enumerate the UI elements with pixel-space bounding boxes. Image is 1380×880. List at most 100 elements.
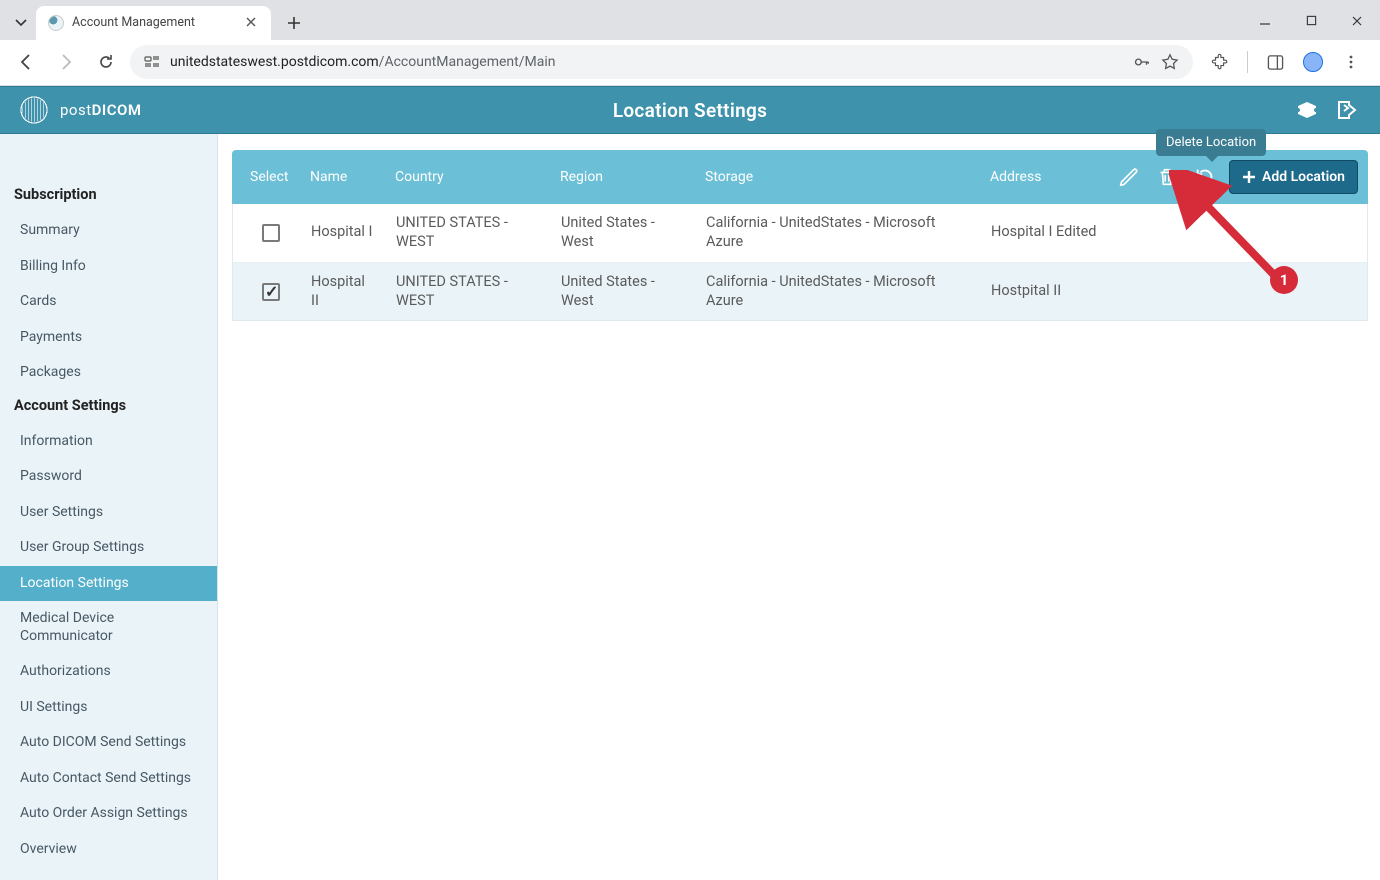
profile-avatar-icon: [1303, 52, 1323, 72]
browser-menu-button[interactable]: [1338, 49, 1364, 75]
address-bar: unitedstateswest.postdicom.com/AccountMa…: [0, 40, 1380, 85]
browser-tab[interactable]: Account Management: [36, 6, 271, 40]
sidebar-item-auto-dicom-send-settings[interactable]: Auto DICOM Send Settings: [0, 725, 217, 761]
cell-storage: California - UnitedStates - Microsoft Az…: [696, 273, 981, 311]
sidebar-item-packages[interactable]: Packages: [0, 355, 217, 391]
reload-icon: [97, 53, 115, 71]
nav-reload-button[interactable]: [90, 46, 122, 78]
tab-list-dropdown[interactable]: [6, 8, 36, 38]
arrow-left-icon: [17, 53, 35, 71]
plus-icon: [287, 16, 301, 30]
column-header-name[interactable]: Name: [300, 169, 385, 185]
table-actions: Delete Location Add Location: [1115, 160, 1358, 194]
sidebar-heading: Account Settings: [0, 391, 217, 424]
sidebar-item-auto-contact-send-settings[interactable]: Auto Contact Send Settings: [0, 761, 217, 797]
window-close-button[interactable]: [1334, 4, 1380, 38]
bookmark-star-icon[interactable]: [1161, 53, 1179, 71]
tab-favicon-icon: [48, 15, 64, 31]
brand-mark-icon: [18, 94, 50, 126]
main-layout: SubscriptionSummaryBilling InfoCardsPaym…: [0, 134, 1380, 880]
sidebar-item-authorizations[interactable]: Authorizations: [0, 654, 217, 690]
row-checkbox[interactable]: [262, 283, 280, 301]
sidebar-item-password[interactable]: Password: [0, 459, 217, 495]
sidebar-item-user-settings[interactable]: User Settings: [0, 495, 217, 531]
sidebar-item-ui-settings[interactable]: UI Settings: [0, 690, 217, 726]
separator: [1247, 51, 1248, 73]
cell-country: UNITED STATES - WEST: [386, 214, 551, 252]
tab-bar: Account Management: [0, 0, 1380, 40]
delete-button[interactable]: Delete Location: [1153, 163, 1181, 191]
side-panel-button[interactable]: [1262, 49, 1288, 75]
tab-close-button[interactable]: [245, 16, 259, 30]
nav-forward-button[interactable]: [50, 46, 82, 78]
cell-select: [241, 283, 301, 301]
window-controls: [1242, 4, 1380, 38]
column-header-country[interactable]: Country: [385, 169, 550, 185]
pencil-icon: [1118, 166, 1140, 188]
new-tab-button[interactable]: [279, 8, 309, 38]
cell-name: Hospital I: [301, 223, 386, 242]
sidebar-item-overview[interactable]: Overview: [0, 832, 217, 868]
browser-toolbar-icons: [1201, 49, 1370, 75]
cell-country: UNITED STATES - WEST: [386, 273, 551, 311]
panel-icon: [1267, 54, 1284, 71]
cell-storage: California - UnitedStates - Microsoft Az…: [696, 214, 981, 252]
sidebar-item-cards[interactable]: Cards: [0, 284, 217, 320]
exit-icon: [1335, 98, 1359, 122]
ticket-icon: [1295, 98, 1319, 122]
column-header-storage[interactable]: Storage: [695, 169, 980, 185]
tab-title: Account Management: [72, 15, 237, 30]
add-location-button[interactable]: Add Location: [1229, 160, 1358, 194]
close-icon: [245, 16, 257, 28]
url-input[interactable]: unitedstateswest.postdicom.com/AccountMa…: [130, 45, 1193, 79]
sidebar-item-billing-info[interactable]: Billing Info: [0, 249, 217, 285]
trash-icon: [1156, 166, 1178, 188]
table-body: Hospital IUNITED STATES - WESTUnited Sta…: [232, 204, 1368, 321]
brand-text: postDICOM: [60, 101, 142, 119]
sidebar-heading: Subscription: [0, 180, 217, 213]
refresh-icon: [1194, 166, 1216, 188]
refresh-button[interactable]: [1191, 163, 1219, 191]
sidebar-item-user-group-settings[interactable]: User Group Settings: [0, 530, 217, 566]
kebab-icon: [1343, 54, 1359, 70]
header-actions: [1292, 95, 1362, 125]
sidebar: SubscriptionSummaryBilling InfoCardsPaym…: [0, 134, 218, 880]
cell-address: Hostpital II: [981, 282, 1121, 301]
cell-name: Hospital II: [301, 273, 386, 311]
close-icon: [1351, 15, 1363, 27]
app-header: postDICOM Location Settings: [0, 86, 1380, 134]
row-checkbox[interactable]: [262, 224, 280, 242]
column-header-select: Select: [240, 169, 300, 185]
site-settings-icon: [144, 54, 160, 70]
arrow-right-icon: [57, 53, 75, 71]
nav-back-button[interactable]: [10, 46, 42, 78]
add-location-label: Add Location: [1262, 169, 1345, 185]
page-title: Location Settings: [0, 99, 1380, 122]
sidebar-item-medical-device-communicator[interactable]: Medical Device Communicator: [0, 601, 217, 654]
sidebar-item-information[interactable]: Information: [0, 424, 217, 460]
window-maximize-button[interactable]: [1288, 4, 1334, 38]
column-header-region[interactable]: Region: [550, 169, 695, 185]
sidebar-item-payments[interactable]: Payments: [0, 320, 217, 356]
plus-icon: [1242, 170, 1256, 184]
extensions-button[interactable]: [1207, 49, 1233, 75]
brand-logo[interactable]: postDICOM: [18, 94, 142, 126]
sidebar-item-auto-order-assign-settings[interactable]: Auto Order Assign Settings: [0, 796, 217, 832]
ticket-button[interactable]: [1292, 95, 1322, 125]
window-minimize-button[interactable]: [1242, 4, 1288, 38]
sidebar-item-summary[interactable]: Summary: [0, 213, 217, 249]
cell-region: United States - West: [551, 273, 696, 311]
cell-select: [241, 224, 301, 242]
table-row[interactable]: Hospital IUNITED STATES - WESTUnited Sta…: [233, 204, 1367, 263]
puzzle-icon: [1211, 53, 1229, 71]
profile-button[interactable]: [1300, 49, 1326, 75]
sidebar-item-location-settings[interactable]: Location Settings: [0, 566, 217, 602]
edit-button[interactable]: [1115, 163, 1143, 191]
column-header-address[interactable]: Address: [980, 169, 1120, 185]
chevron-down-icon: [15, 17, 27, 29]
tooltip-delete-location: Delete Location: [1156, 129, 1266, 156]
table-row[interactable]: Hospital IIUNITED STATES - WESTUnited St…: [233, 263, 1367, 321]
password-key-icon[interactable]: [1133, 53, 1151, 71]
logout-button[interactable]: [1332, 95, 1362, 125]
minimize-icon: [1259, 15, 1271, 27]
